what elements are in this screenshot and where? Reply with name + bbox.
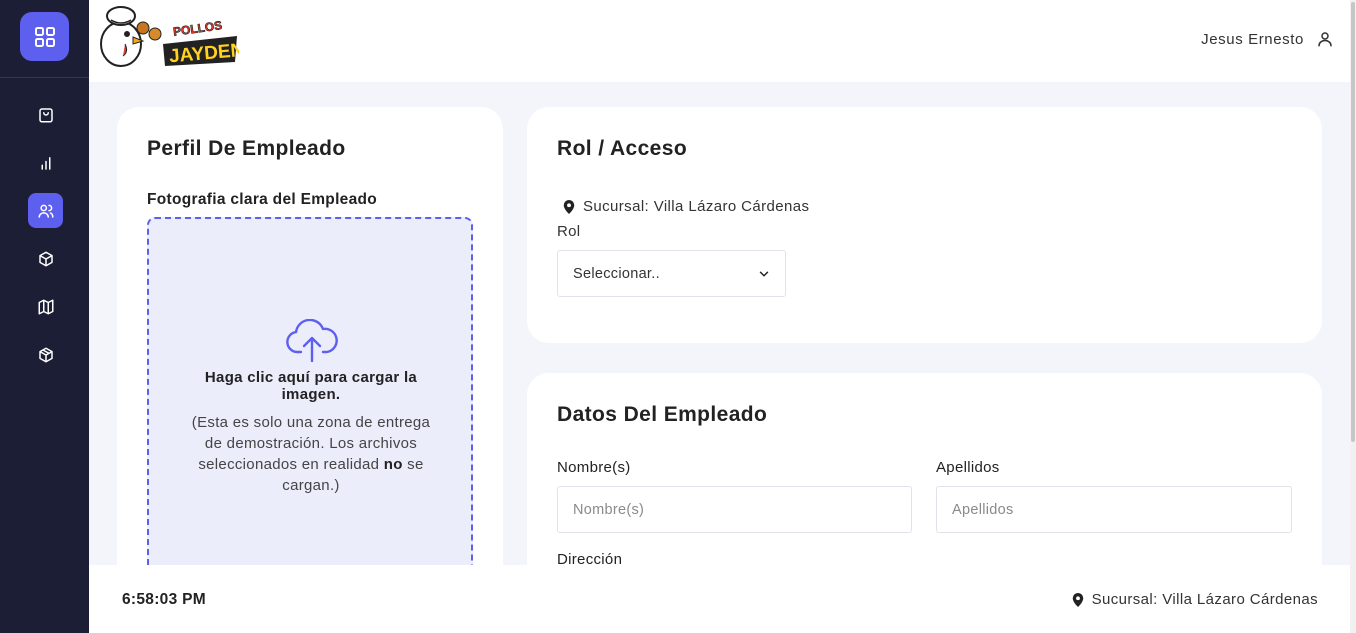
users-icon bbox=[38, 204, 53, 218]
name-label: Nombre(s) bbox=[557, 459, 631, 476]
sidebar-item-employees[interactable] bbox=[28, 193, 63, 228]
sidebar-divider bbox=[0, 77, 89, 78]
page-scrollbar[interactable] bbox=[1350, 0, 1356, 633]
employee-profile-card: Perfil De Empleado Fotografia clara del … bbox=[117, 107, 503, 587]
map-icon bbox=[38, 299, 53, 314]
scrollbar-thumb[interactable] bbox=[1351, 2, 1355, 442]
user-menu[interactable]: Jesus Ernesto bbox=[1201, 30, 1334, 48]
map-pin-icon bbox=[563, 199, 575, 214]
sidebar-item-reports[interactable] bbox=[28, 145, 63, 180]
sidebar bbox=[0, 0, 89, 633]
name-input[interactable] bbox=[557, 486, 912, 533]
brand-logo[interactable]: POLLOS JAYDEN bbox=[97, 4, 245, 70]
employee-data-title: Datos Del Empleado bbox=[557, 403, 768, 426]
upload-note-bold: no bbox=[383, 456, 403, 473]
surname-label: Apellidos bbox=[936, 459, 1000, 476]
chevron-down-icon bbox=[759, 271, 769, 276]
cloud-upload-icon bbox=[286, 319, 338, 363]
profile-title: Perfil De Empleado bbox=[147, 137, 346, 160]
sidebar-item-products[interactable] bbox=[28, 241, 63, 276]
photo-label: Fotografia clara del Empleado bbox=[147, 191, 378, 208]
bar-chart-icon bbox=[41, 156, 50, 170]
brand-text-top: POLLOS bbox=[172, 18, 223, 39]
rol-label: Rol bbox=[557, 223, 581, 240]
package-icon bbox=[38, 347, 53, 362]
dashboard-grid-button[interactable] bbox=[20, 12, 69, 61]
shopping-bag-icon bbox=[38, 107, 53, 122]
photo-dropzone[interactable]: Haga clic aquí para cargar la imagen. (E… bbox=[147, 217, 473, 587]
user-name: Jesus Ernesto bbox=[1201, 30, 1304, 48]
sidebar-item-inventory[interactable] bbox=[28, 337, 63, 372]
footer-branch-text: Sucursal: Villa Lázaro Cárdenas bbox=[1091, 591, 1318, 608]
rol-select[interactable]: Seleccionar.. bbox=[557, 250, 786, 297]
box-icon bbox=[38, 251, 53, 266]
role-branch-text: Sucursal: Villa Lázaro Cárdenas bbox=[583, 198, 810, 215]
role-access-card: Rol / Acceso Sucursal: Villa Lázaro Cárd… bbox=[527, 107, 1322, 343]
upload-note: (Esta es solo una zona de entrega de dem… bbox=[189, 412, 433, 496]
top-header: POLLOS JAYDEN Jesus Ernesto bbox=[89, 0, 1356, 82]
sidebar-item-sales[interactable] bbox=[28, 97, 63, 132]
grid-icon bbox=[34, 26, 55, 47]
surname-input[interactable] bbox=[936, 486, 1292, 533]
map-pin-icon bbox=[1072, 592, 1083, 607]
sidebar-item-branches[interactable] bbox=[28, 289, 63, 324]
footer-bar: 6:58:03 PM Sucursal: Villa Lázaro Cárden… bbox=[89, 565, 1350, 633]
footer-branch: Sucursal: Villa Lázaro Cárdenas bbox=[1072, 591, 1318, 608]
rol-select-value: Seleccionar.. bbox=[573, 265, 660, 282]
role-branch: Sucursal: Villa Lázaro Cárdenas bbox=[563, 198, 809, 215]
role-title: Rol / Acceso bbox=[557, 137, 688, 160]
upload-instruction: Haga clic aquí para cargar la imagen. bbox=[204, 369, 418, 403]
clock: 6:58:03 PM bbox=[122, 591, 206, 608]
user-icon bbox=[1318, 32, 1332, 47]
